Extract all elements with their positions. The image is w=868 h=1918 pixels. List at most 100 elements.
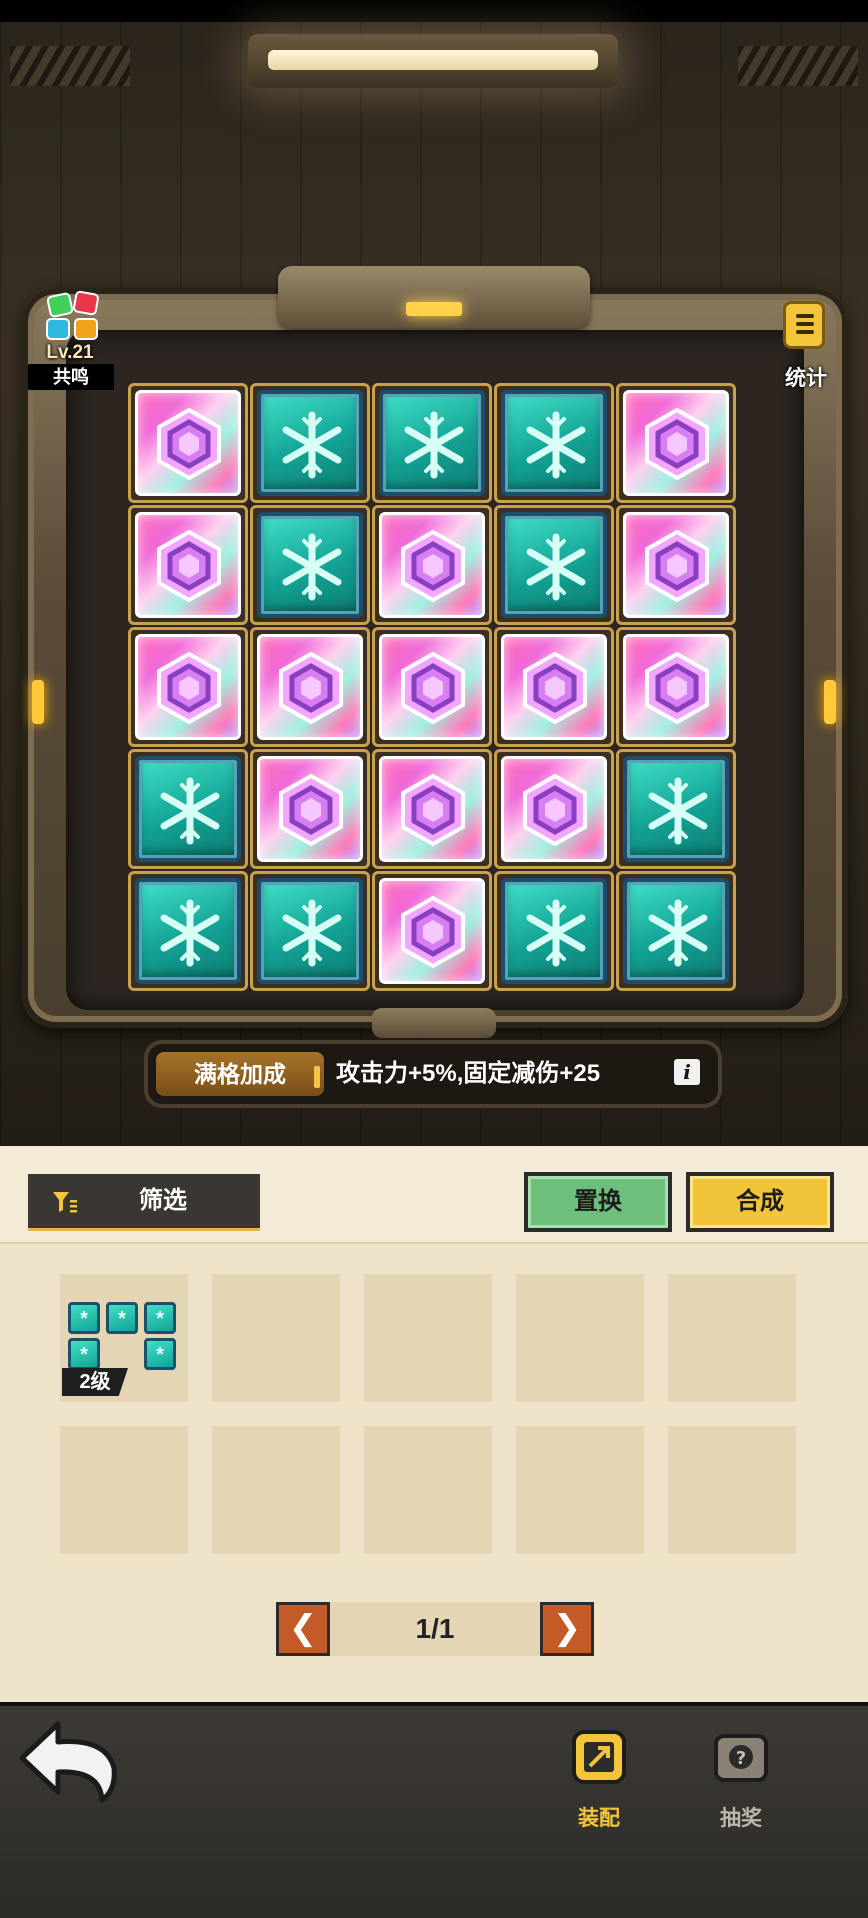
board-cell[interactable] <box>616 505 736 625</box>
board-cell[interactable] <box>494 871 614 991</box>
hexagon-gem-icon <box>401 529 465 603</box>
inventory-slot-empty[interactable] <box>516 1274 644 1402</box>
board-cell[interactable] <box>494 383 614 503</box>
hexagon-gem-icon <box>523 651 587 725</box>
equip-label: 装配 <box>578 1807 620 1830</box>
prev-page-button[interactable]: ❮ <box>276 1602 330 1656</box>
snowflake-chip-tile <box>379 390 485 496</box>
snowflake-chip-tile <box>257 390 363 496</box>
snowflake-chip-tile <box>501 512 607 618</box>
filter-button[interactable]: 筛选 <box>28 1174 260 1231</box>
board-cell[interactable] <box>616 383 736 503</box>
hexagon-gem-icon <box>279 773 343 847</box>
rainbow-gem-chip-tile <box>501 634 607 740</box>
rainbow-gem-chip-tile <box>379 756 485 862</box>
board-cell[interactable] <box>250 627 370 747</box>
board-frame-bottom-cap <box>372 1008 496 1038</box>
board-cell[interactable] <box>494 749 614 869</box>
rainbow-gem-chip-tile <box>135 390 241 496</box>
filter-icon <box>53 1192 77 1213</box>
next-page-button[interactable]: ❯ <box>540 1602 594 1656</box>
hexagon-gem-icon <box>401 651 465 725</box>
snowflake-chip-tile <box>501 878 607 984</box>
snowflake-icon <box>160 899 220 967</box>
bonus-divider <box>314 1066 320 1088</box>
equip-nav-button[interactable]: 装配 <box>554 1726 644 1836</box>
snowflake-icon <box>282 533 342 601</box>
stats-button[interactable]: 统计 <box>772 298 840 390</box>
hexagon-gem-icon <box>523 773 587 847</box>
mystery-chest-icon: ? <box>714 1734 768 1782</box>
snowflake-chip-tile <box>257 878 363 984</box>
board-cell[interactable] <box>372 749 492 869</box>
back-arrow-icon[interactable] <box>16 1718 122 1804</box>
hexagon-gem-icon <box>157 651 221 725</box>
rainbow-gem-chip-tile <box>623 390 729 496</box>
info-icon[interactable]: i <box>674 1059 700 1085</box>
board-cell[interactable] <box>250 871 370 991</box>
ceiling-light <box>248 34 618 88</box>
rainbow-gem-chip-tile <box>135 512 241 618</box>
inventory-slot-empty[interactable] <box>668 1426 796 1554</box>
chip-board <box>128 383 742 993</box>
hexagon-gem-icon <box>279 651 343 725</box>
svg-text:?: ? <box>736 1748 746 1769</box>
resonance-level: Lv.21 <box>46 342 94 363</box>
full-grid-bonus-bar: 满格加成 攻击力+5%,固定减伤+25 i <box>148 1044 718 1104</box>
rainbow-gem-chip-tile <box>623 512 729 618</box>
inventory-slot-empty[interactable] <box>364 1426 492 1554</box>
board-cell[interactable] <box>616 749 736 869</box>
inventory-slot-empty[interactable] <box>212 1274 340 1402</box>
board-cell[interactable] <box>616 871 736 991</box>
lottery-label: 抽奖 <box>720 1807 762 1830</box>
board-cell[interactable] <box>372 505 492 625</box>
inventory-slot-empty[interactable] <box>516 1426 644 1554</box>
board-cell[interactable] <box>128 749 248 869</box>
page-indicator: 1/1 <box>330 1602 540 1656</box>
snowflake-chip-tile <box>501 390 607 496</box>
lottery-nav-button[interactable]: ? 抽奖 <box>696 1726 786 1836</box>
filter-label: 筛选 <box>139 1187 187 1214</box>
rainbow-gem-chip-tile <box>257 634 363 740</box>
hexagon-gem-icon <box>157 407 221 481</box>
snowflake-icon <box>282 899 342 967</box>
resonance-label: 共鸣 <box>28 364 114 390</box>
board-cell[interactable] <box>372 383 492 503</box>
board-cell[interactable] <box>372 871 492 991</box>
board-cell[interactable] <box>494 505 614 625</box>
board-cell[interactable] <box>372 627 492 747</box>
bonus-text: 攻击力+5%,固定减伤+25 <box>336 1060 601 1087</box>
board-cell[interactable] <box>250 749 370 869</box>
replace-button[interactable]: 置换 <box>524 1172 672 1232</box>
snowflake-icon <box>526 411 586 479</box>
board-cell[interactable] <box>494 627 614 747</box>
inventory-slot-empty[interactable] <box>60 1426 188 1554</box>
board-cell[interactable] <box>250 505 370 625</box>
snowflake-chip-tile <box>623 756 729 862</box>
hexagon-gem-icon <box>401 773 465 847</box>
rainbow-gem-chip-tile <box>501 756 607 862</box>
snowflake-icon <box>526 533 586 601</box>
left-lamp <box>32 680 44 724</box>
inventory-slot-empty[interactable] <box>212 1426 340 1554</box>
left-vent <box>10 46 130 86</box>
snowflake-icon <box>526 899 586 967</box>
combine-button[interactable]: 合成 <box>686 1172 834 1232</box>
mini-chip-teal: * <box>68 1338 100 1370</box>
hexagon-gem-icon <box>645 651 709 725</box>
board-cell[interactable] <box>250 383 370 503</box>
resonance-badge[interactable]: Lv.21 共鸣 <box>26 282 114 392</box>
board-cell[interactable] <box>128 871 248 991</box>
board-cell[interactable] <box>128 383 248 503</box>
board-cell[interactable] <box>128 505 248 625</box>
snowflake-chip-tile <box>135 878 241 984</box>
snowflake-icon <box>282 411 342 479</box>
snowflake-icon <box>404 411 464 479</box>
inventory-slot-empty[interactable] <box>668 1274 796 1402</box>
inventory-slot-empty[interactable] <box>364 1274 492 1402</box>
stats-book-icon <box>786 304 822 346</box>
inventory-header: 筛选 置换 合成 <box>0 1146 868 1242</box>
board-cell[interactable] <box>616 627 736 747</box>
mini-chip-teal: * <box>68 1302 100 1334</box>
board-cell[interactable] <box>128 627 248 747</box>
